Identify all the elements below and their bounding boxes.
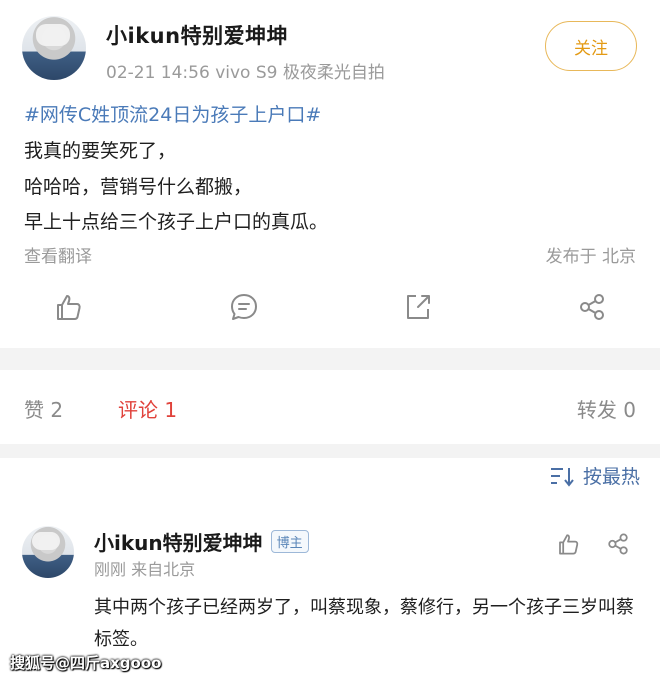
comment-avatar[interactable] <box>22 526 74 578</box>
comment-text: 其中两个孩子已经两岁了，叫蔡现象，蔡修行，另一个孩子三岁叫蔡标签。 <box>94 597 634 650</box>
translate-link[interactable]: 查看翻译 <box>24 242 92 267</box>
comment-button[interactable] <box>229 292 259 326</box>
follow-button[interactable]: 关注 <box>545 21 637 71</box>
post-meta: 02-21 14:56 vivo S9 极夜柔光自拍 <box>106 63 385 83</box>
comment-share-button[interactable] <box>606 532 630 560</box>
post-text-line-1: 我真的要笑死了， <box>24 140 177 162</box>
author-name[interactable]: 小ikun特别爱坤坤 <box>106 20 288 50</box>
comment-like-button[interactable] <box>556 532 580 560</box>
like-icon <box>57 295 81 320</box>
section-divider <box>0 348 660 370</box>
tab-likes[interactable]: 赞 2 <box>24 394 63 423</box>
topic-hashtag[interactable]: #网传C姓顶流24日为孩子上户口# <box>24 100 321 127</box>
comment-avatar-blur-mask <box>32 532 60 550</box>
share-button[interactable] <box>577 292 607 326</box>
sort-toggle[interactable]: 按最热 <box>549 462 640 489</box>
comment-icon <box>231 294 257 320</box>
avatar-blur-mask <box>36 24 70 46</box>
comment-share-icon <box>608 533 628 555</box>
post-text-line-2: 哈哈哈，营销号什么都搬， <box>24 176 253 198</box>
comment-like-icon <box>559 534 579 555</box>
repost-icon <box>407 295 430 319</box>
section-divider-2 <box>0 444 660 458</box>
tab-reposts[interactable]: 转发 0 <box>577 394 636 423</box>
comment-author-name[interactable]: 小ikun特别爱坤坤 <box>94 527 263 556</box>
sort-icon <box>550 467 574 487</box>
like-button[interactable] <box>53 292 83 326</box>
share-icon <box>580 294 604 320</box>
comment-header: 小ikun特别爱坤坤 博主 <box>94 527 309 556</box>
watermark: 搜狐号@四斤axgooo <box>10 654 162 672</box>
author-avatar[interactable] <box>22 16 86 80</box>
sort-label: 按最热 <box>582 466 640 488</box>
comment-meta: 刚刚 来自北京 <box>94 560 196 579</box>
repost-button[interactable] <box>403 292 433 326</box>
post-location: 发布于 北京 <box>545 247 636 267</box>
tab-comments[interactable]: 评论 1 <box>118 394 177 423</box>
post-text-line-3: 早上十点给三个孩子上户口的真瓜。 <box>24 211 329 233</box>
author-badge: 博主 <box>270 530 309 553</box>
